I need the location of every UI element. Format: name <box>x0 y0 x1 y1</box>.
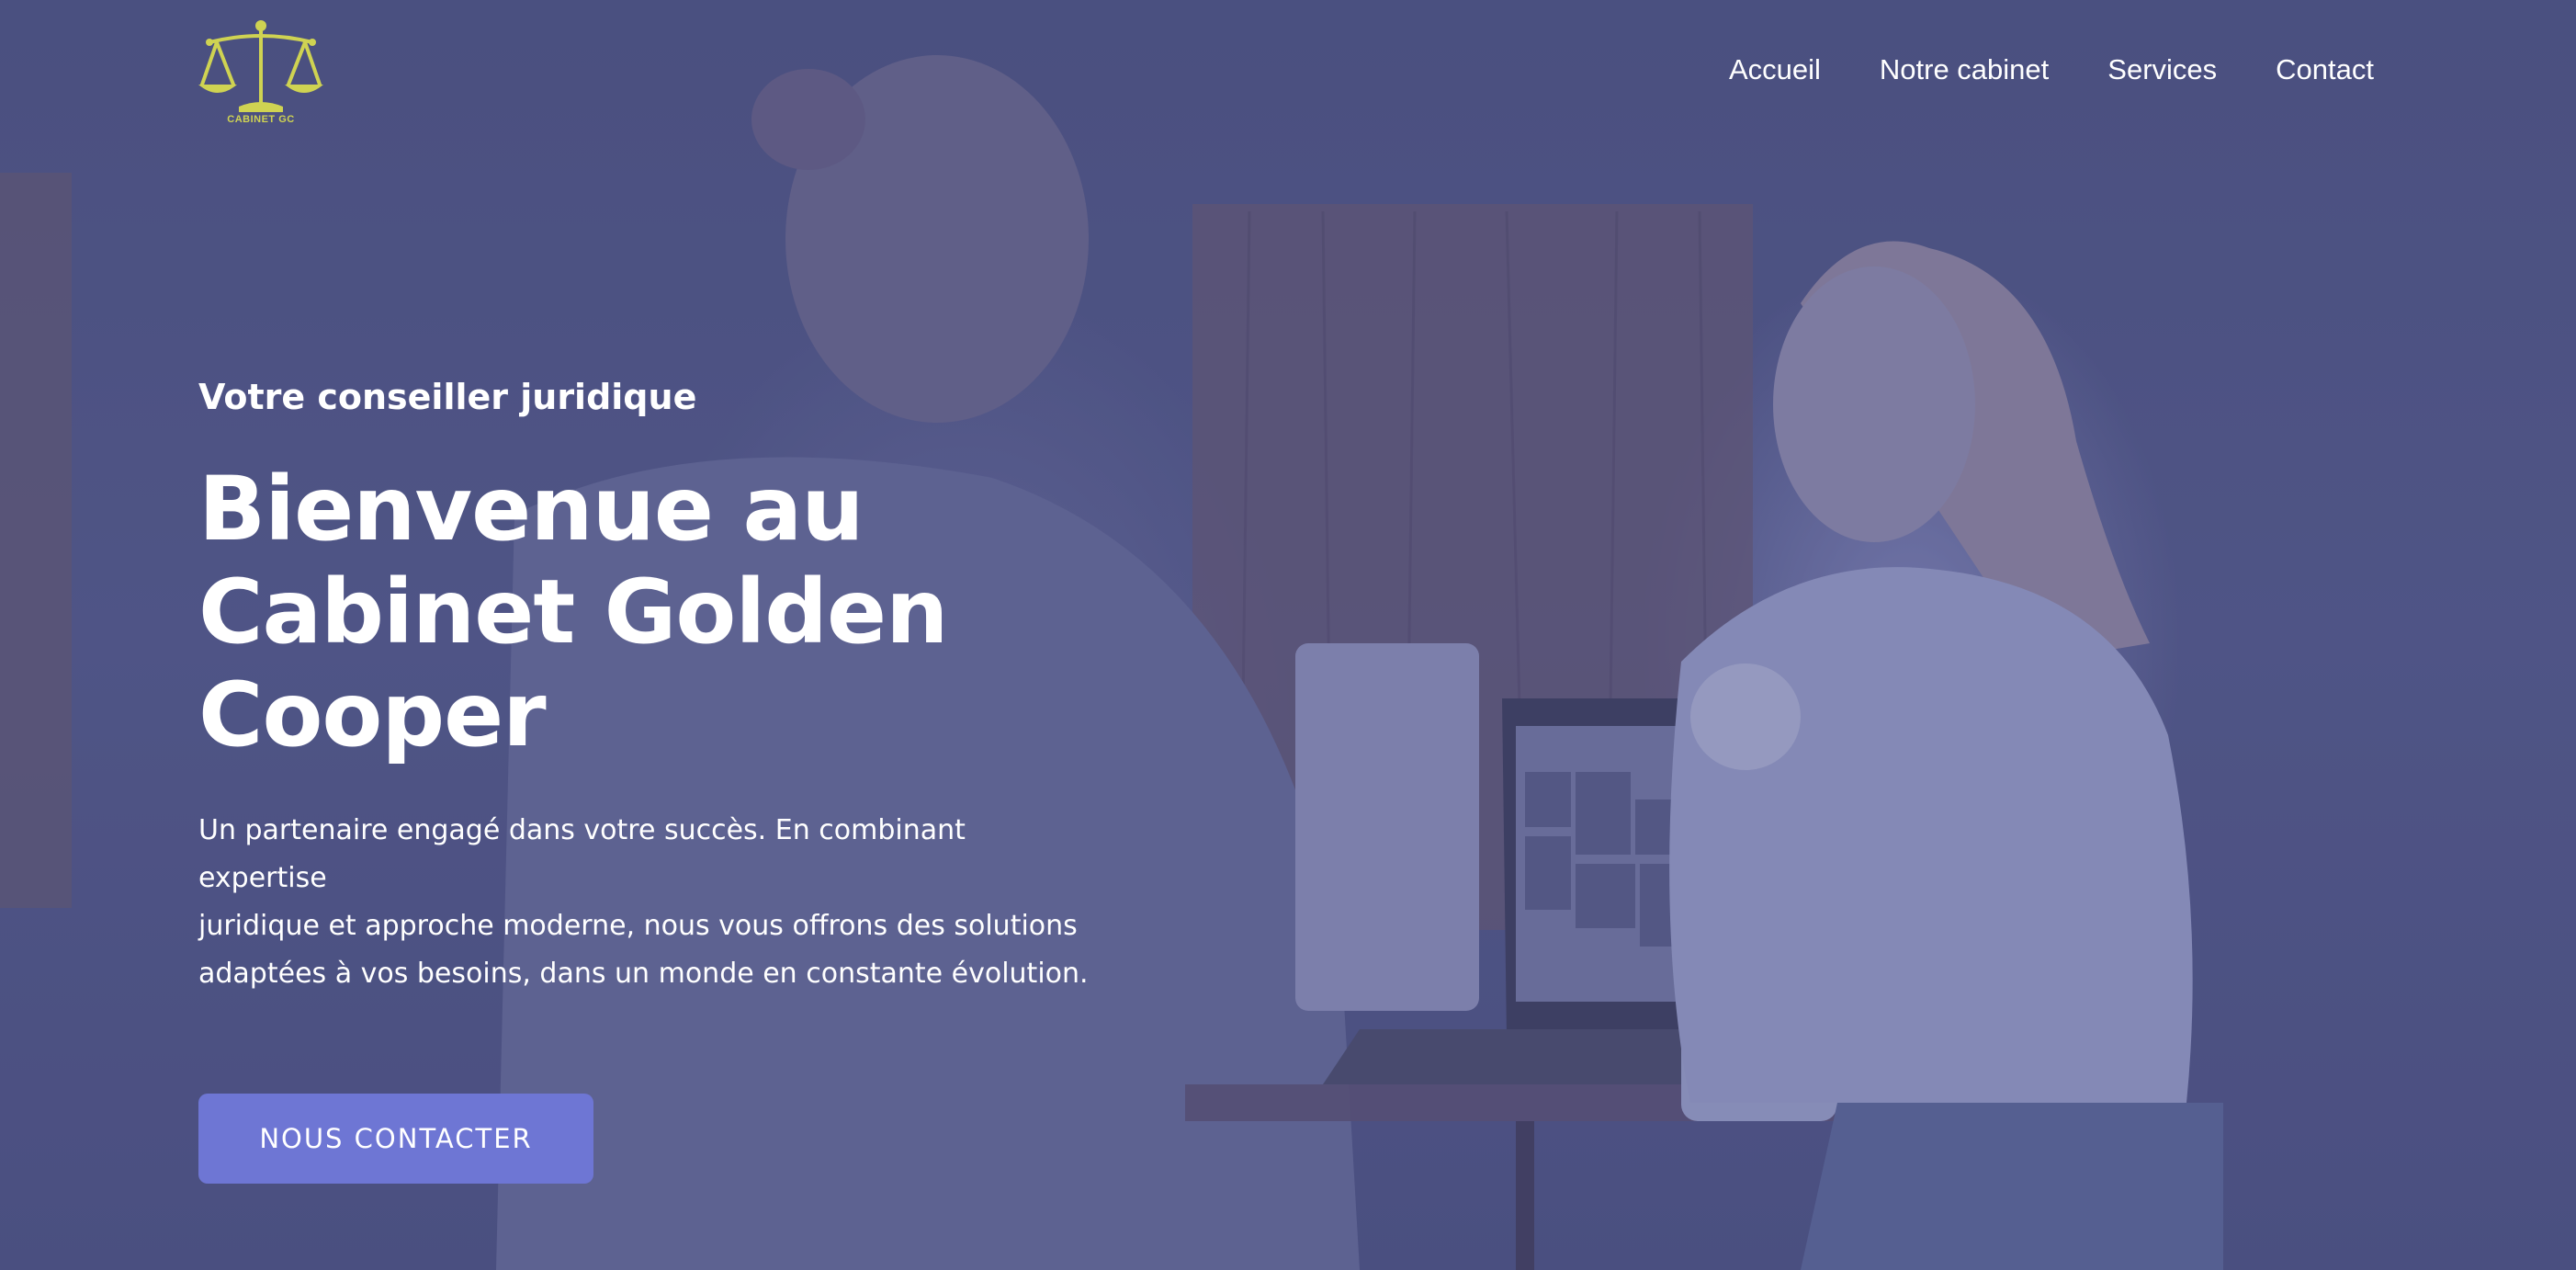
hero-title: Bienvenue au Cabinet Golden Cooper <box>198 458 1117 766</box>
hero-eyebrow: Votre conseiller juridique <box>198 377 697 417</box>
nav-contact[interactable]: Contact <box>2276 53 2374 86</box>
nav-accueil[interactable]: Accueil <box>1729 53 1821 86</box>
site-logo[interactable]: CABINET GC <box>197 17 325 132</box>
hero-description-line: Un partenaire engagé dans votre succès. … <box>198 814 966 894</box>
nav-services[interactable]: Services <box>2107 53 2217 86</box>
hero-title-line: Cabinet Golden <box>198 561 948 663</box>
nav-notre-cabinet[interactable]: Notre cabinet <box>1880 53 2049 86</box>
contact-us-button[interactable]: NOUS CONTACTER <box>198 1094 593 1184</box>
site-header: CABINET GC Accueil Notre cabinet Service… <box>0 0 2576 147</box>
hero-description-line: adaptées à vos besoins, dans un monde en… <box>198 958 1089 990</box>
hero-content: Votre conseiller juridique Bienvenue au … <box>198 377 1154 998</box>
hero-description: Un partenaire engagé dans votre succès. … <box>198 807 1099 998</box>
main-nav: Accueil Notre cabinet Services Contact <box>1729 53 2374 86</box>
hero-section: CABINET GC Accueil Notre cabinet Service… <box>0 0 2576 1270</box>
logo-text: CABINET GC <box>227 114 295 125</box>
hero-title-line: Bienvenue au <box>198 458 864 561</box>
hero-description-line: juridique et approche moderne, nous vous… <box>198 910 1078 942</box>
scales-of-justice-icon <box>198 20 323 112</box>
hero-title-line: Cooper <box>198 663 547 766</box>
